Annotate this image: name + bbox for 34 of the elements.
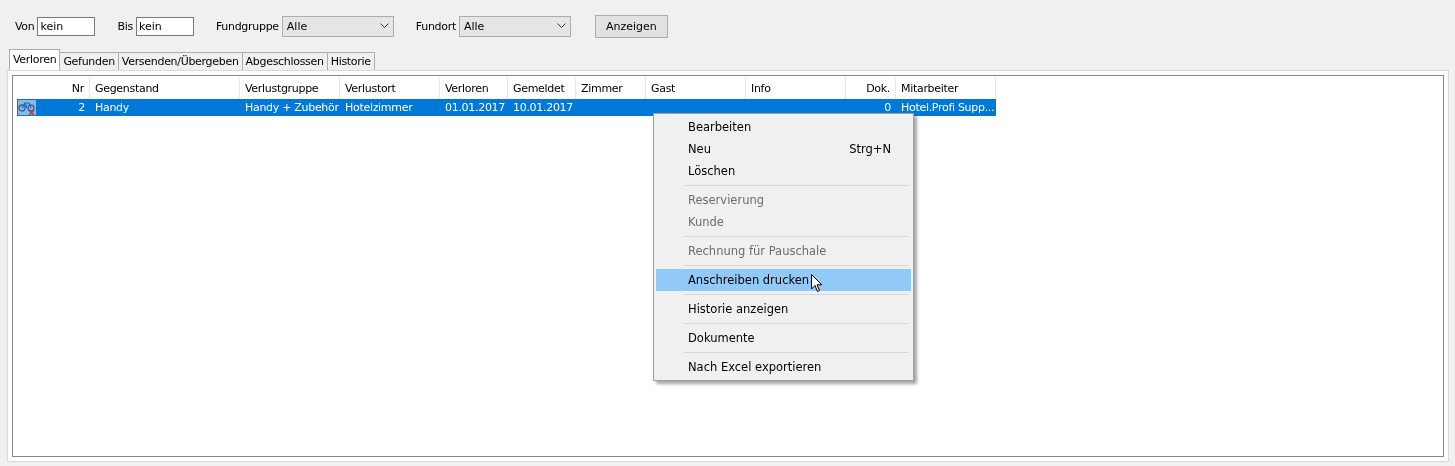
tab[interactable]: Verloren (9, 49, 61, 70)
filter-label: Bis (117, 19, 133, 33)
menu-item[interactable]: Anschreiben drucken (656, 269, 911, 291)
shortcut-text: Strg+N (849, 142, 891, 156)
tab[interactable]: Historie (326, 52, 375, 70)
menu-item[interactable]: Dokumente (656, 327, 911, 349)
table-cell-text: Handy + Zubehör (244, 101, 340, 114)
table-cell-text: Hotel.Profi Supp... (900, 101, 996, 114)
menu-item[interactable]: Bearbeiten (656, 116, 911, 138)
dropdown[interactable]: Alle (458, 15, 571, 37)
table-cell-text: 0 (883, 101, 892, 114)
table-cell-text: Hotelzimmer (344, 101, 414, 114)
table-row[interactable]: 2 Handy Handy + Zubehör Hotelzimmer 01.01.2017 10.01.2017 0 Hotel.Profi Supp... (17, 99, 996, 116)
cursor-icon (811, 274, 823, 293)
chevron-down-icon (379, 23, 389, 29)
filter-label: Von (15, 19, 35, 33)
menu-item[interactable]: Nach Excel exportieren (656, 356, 911, 378)
table-cell-text: 2 (77, 101, 86, 114)
menu-item[interactable]: Löschen (656, 160, 911, 182)
filter-label: Fundort (415, 19, 456, 33)
table-cell-text: 10.01.2017 (512, 101, 574, 114)
show-button[interactable]: Anzeigen (594, 14, 668, 38)
filter-label: Fundgruppe (215, 19, 279, 33)
menu-item[interactable]: Neu Strg+N (656, 138, 911, 160)
menu-item[interactable]: Historie anzeigen (656, 298, 911, 320)
date-field[interactable]: kein (37, 16, 96, 36)
table-cell-text: Handy (94, 101, 130, 114)
tab[interactable]: Versenden/Übergeben (117, 52, 243, 70)
tab[interactable]: Abgeschlossen (241, 52, 328, 70)
chevron-down-icon (556, 23, 566, 29)
date-field[interactable]: kein (135, 16, 194, 36)
dropdown[interactable]: Alle (281, 15, 394, 37)
table-cell-text: 01.01.2017 (444, 101, 506, 114)
bicycle-icon (18, 100, 36, 115)
